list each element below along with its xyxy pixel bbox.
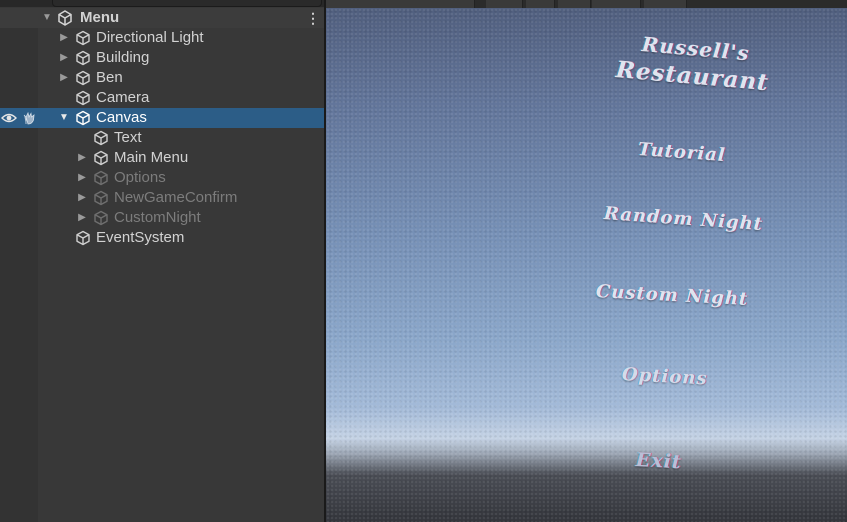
hierarchy-item[interactable]: ▶ Ben: [0, 68, 324, 88]
gameobject-cube-icon: [76, 70, 90, 86]
pickability-hand-icon[interactable]: [22, 111, 37, 125]
hierarchy-item[interactable]: ▶ CustomNight: [0, 208, 324, 228]
expand-arrow-icon[interactable]: ▶: [77, 188, 87, 208]
expand-arrow-icon[interactable]: ▶: [59, 68, 69, 88]
more-options-icon[interactable]: ⋮: [306, 8, 320, 28]
expand-arrow-icon[interactable]: ▶: [59, 48, 69, 68]
scene-header-menu[interactable]: ▼ Menu ⋮: [0, 8, 324, 28]
hierarchy-item-label: Canvas: [96, 109, 147, 126]
expand-arrow-icon[interactable]: ▶: [77, 208, 87, 228]
gameobject-cube-icon: [76, 110, 90, 126]
collapse-arrow-icon[interactable]: ▼: [42, 8, 52, 28]
gameobject-cube-icon: [76, 230, 90, 246]
gameobject-cube-icon: [94, 150, 108, 166]
options-button[interactable]: Options: [621, 364, 708, 389]
hierarchy-item-label: Ben: [96, 69, 123, 86]
hierarchy-panel: ▼ Menu ⋮ ▶ Directional Light ▶ Building ▶ Ben…: [0, 0, 324, 522]
hierarchy-item-label: EventSystem: [96, 229, 185, 246]
hierarchy-item-label: Main Menu: [114, 149, 189, 166]
hierarchy-search-input[interactable]: [52, 0, 322, 7]
hierarchy-item[interactable]: EventSystem: [0, 228, 324, 248]
gameobject-cube-icon: [94, 190, 108, 206]
hierarchy-item[interactable]: Text: [0, 128, 324, 148]
gameobject-cube-icon: [76, 30, 90, 46]
gameobject-cube-icon: [94, 210, 108, 226]
collapse-arrow-icon[interactable]: ▼: [59, 108, 69, 128]
hierarchy-toolbar: [0, 0, 324, 7]
hierarchy-item[interactable]: ▶ Directional Light: [0, 28, 324, 48]
hierarchy-item-label: Options: [114, 169, 166, 186]
expand-arrow-icon[interactable]: ▶: [77, 168, 87, 188]
scene-name: Menu: [80, 9, 120, 26]
hierarchy-item[interactable]: Camera: [0, 88, 324, 108]
film-grain-overlay: [326, 8, 847, 522]
hierarchy-item-label: CustomNight: [114, 209, 201, 226]
exit-button[interactable]: Exit: [635, 449, 682, 473]
hierarchy-item-label: Building: [96, 49, 150, 66]
gameobject-cube-icon: [94, 170, 108, 186]
expand-arrow-icon[interactable]: ▶: [77, 148, 87, 168]
visibility-eye-icon[interactable]: [1, 111, 17, 125]
game-view-toolbar: [326, 0, 847, 8]
hierarchy-item-label: NewGameConfirm: [114, 189, 238, 206]
hierarchy-item-label: Directional Light: [96, 29, 204, 46]
hierarchy-item[interactable]: ▼ Canvas: [0, 108, 324, 128]
gameobject-cube-icon: [94, 130, 108, 146]
gameobject-cube-icon: [76, 90, 90, 106]
hierarchy-item-label: Camera: [96, 89, 150, 106]
hierarchy-item-label: Text: [114, 129, 142, 146]
hierarchy-item[interactable]: ▶ Main Menu: [0, 148, 324, 168]
hierarchy-item[interactable]: ▶ Options: [0, 168, 324, 188]
expand-arrow-icon[interactable]: ▶: [59, 28, 69, 48]
gameobject-cube-icon: [76, 50, 90, 66]
unity-scene-icon: [58, 10, 72, 26]
game-view[interactable]: Russell's Restaurant Tutorial Random Nig…: [326, 0, 847, 522]
hierarchy-item[interactable]: ▶ Building: [0, 48, 324, 68]
hierarchy-item[interactable]: ▶ NewGameConfirm: [0, 188, 324, 208]
